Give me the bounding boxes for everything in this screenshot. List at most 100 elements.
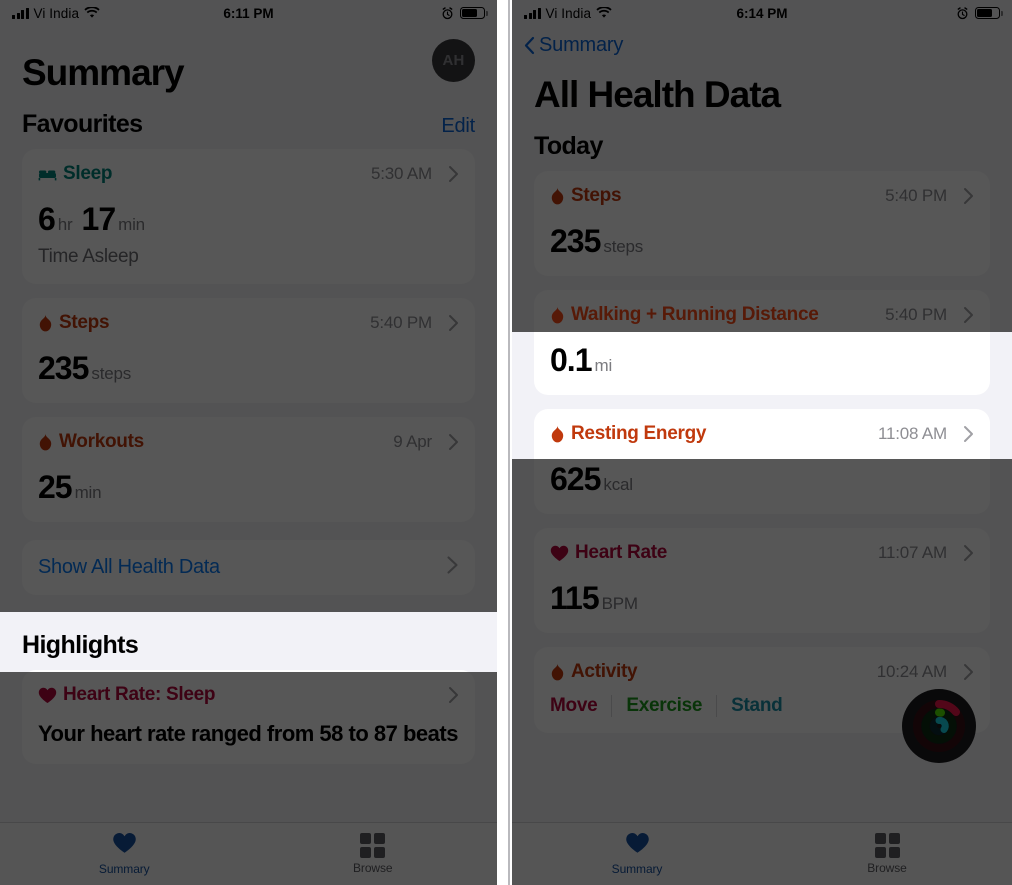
battery-icon: [460, 6, 488, 20]
card-value: 235: [550, 223, 601, 259]
flame-icon: [550, 306, 565, 324]
flame-icon: [550, 663, 565, 681]
heart-icon: [625, 832, 650, 859]
tab-bar: Summary Browse: [0, 822, 497, 885]
card-walking-running-distance[interactable]: Walking + Running Distance 5:40 PM 0.1 m…: [534, 290, 990, 395]
flame-icon: [38, 314, 53, 332]
card-subtitle: Time Asleep: [38, 246, 139, 267]
show-all-health-data-wrap: Show All Health Data: [0, 536, 497, 595]
tab-label: Browse: [353, 861, 393, 875]
battery-icon: [975, 6, 1003, 20]
card-title: Heart Rate: [575, 542, 668, 563]
panel-divider: [508, 0, 510, 885]
tab-browse[interactable]: Browse: [249, 823, 498, 885]
card-heart-rate-sleep[interactable]: Heart Rate: Sleep Your heart rate ranged…: [22, 670, 475, 764]
heart-icon: [112, 832, 137, 859]
card-time: 10:24 AM: [876, 662, 947, 681]
card-value: 6: [38, 201, 56, 237]
section-title: Today: [534, 132, 603, 160]
card-title: Walking + Running Distance: [571, 304, 819, 325]
card-value: 625: [550, 461, 601, 497]
chevron-right-icon: [963, 306, 974, 324]
chevron-right-icon: [963, 187, 974, 205]
card-unit: min: [74, 483, 102, 502]
show-all-health-data-button[interactable]: Show All Health Data: [22, 540, 475, 595]
activity-rings-icon: [902, 689, 976, 763]
chevron-right-icon: [448, 433, 459, 451]
tab-browse[interactable]: Browse: [762, 823, 1012, 885]
card-value: 235: [38, 350, 89, 386]
chevron-right-icon: [448, 165, 459, 183]
tab-summary[interactable]: Summary: [0, 823, 249, 885]
heart-icon: [550, 545, 569, 562]
card-time: 9 Apr: [393, 432, 432, 451]
card-steps[interactable]: Steps 5:40 PM 235 steps: [534, 171, 990, 276]
right-phone-panel: Vi India 6:14 PM Summary All Health Data…: [512, 0, 1012, 885]
tab-summary[interactable]: Summary: [512, 823, 762, 885]
right-screen: Vi India 6:14 PM Summary All Health Data…: [512, 0, 1012, 885]
favourites-section-header: Favourites Edit: [0, 94, 497, 149]
status-bar: Vi India 6:14 PM: [512, 0, 1012, 26]
card-unit: hr: [57, 215, 73, 234]
card-unit: mi: [594, 356, 613, 375]
tab-label: Summary: [98, 862, 150, 876]
header-row: Summary AH: [0, 26, 497, 94]
card-unit: BPM: [601, 594, 638, 613]
chevron-right-icon: [446, 555, 459, 580]
chevron-left-icon: [524, 36, 535, 55]
card-sleep[interactable]: Sleep 5:30 AM 6 hr 17 min Time Asleep: [22, 149, 475, 284]
left-phone-panel: Vi India 6:11 PM Summary AH Favourites E…: [0, 0, 497, 885]
activity-column-exercise: Exercise: [611, 695, 716, 717]
heart-icon: [38, 687, 57, 704]
tab-label: Summary: [611, 862, 663, 876]
chevron-right-icon: [963, 663, 974, 681]
card-unit-2: min: [118, 215, 145, 234]
flame-icon: [550, 187, 565, 205]
chevron-right-icon: [448, 314, 459, 332]
card-time: 5:40 PM: [885, 305, 947, 324]
chevron-right-icon: [963, 544, 974, 562]
page-title: All Health Data: [534, 74, 781, 115]
card-workouts[interactable]: Workouts 9 Apr 25 min: [22, 417, 475, 522]
flame-icon: [38, 433, 53, 451]
bed-icon: [38, 166, 57, 182]
activity-column-stand: Stand: [716, 695, 796, 717]
card-unit: kcal: [603, 475, 633, 494]
left-screen: Vi India 6:11 PM Summary AH Favourites E…: [0, 0, 497, 885]
flame-icon: [550, 425, 565, 443]
card-time: 5:40 PM: [370, 313, 432, 332]
card-steps[interactable]: Steps 5:40 PM 235 steps: [22, 298, 475, 403]
highlights-title: Highlights: [22, 631, 139, 659]
card-value-2: 17: [81, 201, 117, 237]
page-title: Summary: [22, 52, 185, 93]
card-heart-rate[interactable]: Heart Rate 11:07 AM 115 BPM: [534, 528, 990, 633]
card-value: 0.1: [550, 342, 592, 378]
highlight-body: Your heart rate ranged from 58 to 87 bea…: [38, 721, 458, 746]
grid-icon: [874, 833, 900, 858]
screenshot-stage: Vi India 6:11 PM Summary AH Favourites E…: [0, 0, 1012, 885]
status-bar: Vi India 6:11 PM: [0, 0, 497, 26]
section-title: Favourites: [22, 110, 143, 138]
card-time: 5:40 PM: [885, 186, 947, 205]
card-activity[interactable]: Activity 10:24 AM Move Exercise Stand: [534, 647, 990, 763]
show-all-health-data-label: Show All Health Data: [38, 556, 220, 578]
card-title: Sleep: [63, 163, 113, 184]
card-resting-energy[interactable]: Resting Energy 11:08 AM 625 kcal: [534, 409, 990, 514]
card-title: Steps: [571, 185, 622, 206]
card-time: 5:30 AM: [371, 164, 432, 183]
tab-bar: Summary Browse: [512, 822, 1012, 885]
status-time: 6:14 PM: [736, 5, 788, 21]
chevron-right-icon: [448, 686, 459, 704]
card-title: Resting Energy: [571, 423, 707, 444]
card-title: Steps: [59, 312, 110, 333]
card-value: 25: [38, 469, 73, 505]
status-time: 6:11 PM: [223, 5, 274, 21]
grid-icon: [360, 833, 386, 858]
today-section-header: Today: [512, 116, 1012, 171]
back-label: Summary: [539, 34, 624, 56]
highlights-section-header: Highlights: [0, 595, 497, 670]
card-title: Workouts: [59, 431, 144, 452]
avatar[interactable]: AH: [432, 38, 475, 82]
back-button[interactable]: Summary: [512, 26, 1012, 57]
edit-button[interactable]: Edit: [441, 115, 475, 138]
